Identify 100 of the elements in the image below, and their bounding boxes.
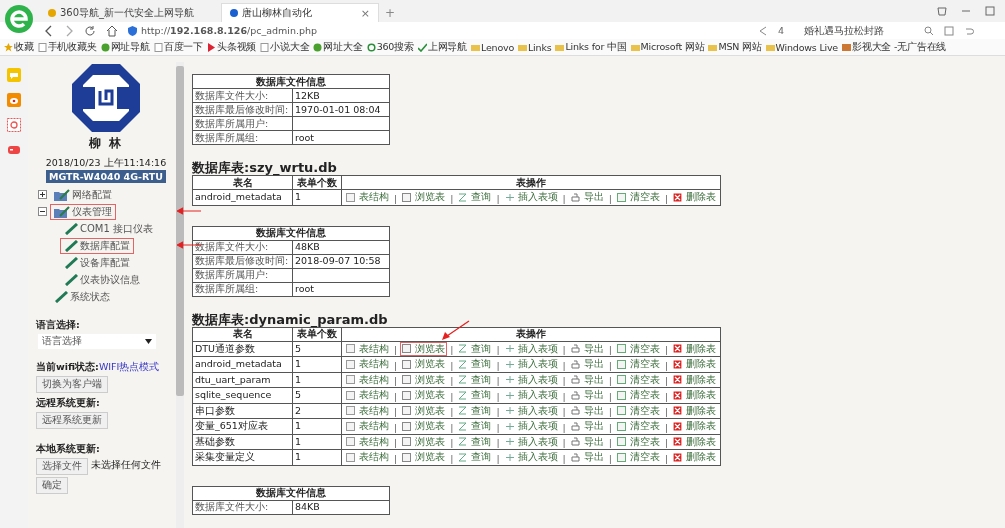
expander-icon[interactable] <box>38 207 47 216</box>
table-action-link[interactable]: 查询 <box>456 357 494 371</box>
bookmark-link[interactable]: Links <box>518 41 552 53</box>
tree-item[interactable]: 系统状态 <box>50 288 114 305</box>
table-action-link[interactable]: 浏览表 <box>400 341 448 356</box>
window-icon[interactable] <box>944 25 955 36</box>
search-field[interactable]: 婚礼遇马拉松封路 <box>794 23 915 38</box>
table-action-link[interactable]: 导出 <box>568 450 606 464</box>
language-select[interactable]: 语言选择 <box>38 334 156 349</box>
bookmark-link[interactable]: 上网导航 <box>417 40 467 54</box>
table-action-link[interactable]: 浏览表 <box>400 372 448 387</box>
table-action-link[interactable]: 浏览表 <box>400 450 448 464</box>
table-action-link[interactable]: 清空表 <box>615 190 662 204</box>
table-action-link[interactable]: 浏览表 <box>400 419 448 433</box>
table-action-link[interactable]: 导出 <box>568 388 606 402</box>
table-action-link[interactable]: 清空表 <box>615 372 662 387</box>
share-icon[interactable] <box>758 25 768 36</box>
table-action-link[interactable]: 查询 <box>456 434 494 449</box>
table-action-link[interactable]: 表结构 <box>344 419 391 433</box>
tree-item[interactable]: COM1 接口仪表 <box>60 220 158 237</box>
bookmark-link[interactable]: 影视大全 -无广告在线 <box>842 40 947 54</box>
eye-icon[interactable] <box>7 93 21 107</box>
table-action-link[interactable]: 插入表项 <box>502 190 560 204</box>
back-icon[interactable] <box>44 24 54 37</box>
tree-item[interactable]: 数据库配置 <box>60 237 134 254</box>
browser-tab[interactable]: 唐山柳林自动化 × <box>221 3 379 22</box>
table-action-link[interactable]: 清空表 <box>615 388 662 402</box>
reload-icon[interactable] <box>84 24 96 37</box>
table-action-link[interactable]: 浏览表 <box>400 434 448 449</box>
table-action-link[interactable]: 查询 <box>456 372 494 387</box>
tree-item[interactable]: 仪表协议信息 <box>60 271 144 288</box>
table-action-link[interactable]: 导出 <box>568 190 606 204</box>
table-action-link[interactable]: 表结构 <box>344 190 391 204</box>
tree-item[interactable]: 网络配置 <box>50 186 116 203</box>
table-action-link[interactable]: 删除表 <box>671 341 719 356</box>
bookmark-link[interactable]: Lenovo <box>471 41 515 53</box>
remote-update-button[interactable]: 远程系统更新 <box>36 412 108 429</box>
table-action-link[interactable]: 导出 <box>568 372 606 387</box>
table-action-link[interactable]: 表结构 <box>344 403 391 418</box>
address-field[interactable]: http://192.168.8.126/pc_admin.php <box>141 25 318 36</box>
table-action-link[interactable]: 删除表 <box>671 357 719 371</box>
table-action-link[interactable]: 浏览表 <box>400 403 448 418</box>
expander-icon[interactable] <box>38 190 47 199</box>
table-action-link[interactable]: 删除表 <box>671 388 719 402</box>
table-action-link[interactable]: 浏览表 <box>400 190 448 204</box>
table-action-link[interactable]: 删除表 <box>671 372 719 387</box>
bookmark-link[interactable]: Microsoft 网站 <box>630 40 705 54</box>
table-action-link[interactable]: 导出 <box>568 341 606 356</box>
table-action-link[interactable]: 表结构 <box>344 357 391 371</box>
table-action-link[interactable]: 删除表 <box>671 419 719 433</box>
table-action-link[interactable]: 导出 <box>568 403 606 418</box>
table-action-link[interactable]: 清空表 <box>615 403 662 418</box>
bookmark-link[interactable]: 小说大全 <box>260 40 310 54</box>
table-action-link[interactable]: 表结构 <box>344 341 391 356</box>
switch-client-button[interactable]: 切换为客户端 <box>36 376 108 393</box>
bookmark-link[interactable]: 网址导航 <box>100 40 150 54</box>
table-action-link[interactable]: 查询 <box>456 190 494 204</box>
bookmark-link[interactable]: 头条视频 <box>207 40 257 54</box>
home-icon[interactable] <box>106 24 118 37</box>
search-icon[interactable] <box>924 25 935 36</box>
table-action-link[interactable]: 插入表项 <box>502 434 560 449</box>
table-action-link[interactable]: 插入表项 <box>502 372 560 387</box>
table-action-link[interactable]: 删除表 <box>671 450 719 464</box>
table-action-link[interactable]: 删除表 <box>671 403 719 418</box>
table-action-link[interactable]: 导出 <box>568 434 606 449</box>
gamepad-icon[interactable] <box>7 143 21 157</box>
bookmark-link[interactable]: Windows Live <box>765 41 838 53</box>
table-action-link[interactable]: 清空表 <box>615 341 662 356</box>
maximize-icon[interactable] <box>985 6 995 16</box>
table-action-link[interactable]: 插入表项 <box>502 403 560 418</box>
wifi-mode-link[interactable]: WIFI热点模式 <box>98 361 160 372</box>
table-action-link[interactable]: 导出 <box>568 419 606 433</box>
table-action-link[interactable]: 导出 <box>568 357 606 371</box>
tree-item[interactable]: 设备库配置 <box>60 254 134 271</box>
table-action-link[interactable]: 表结构 <box>344 372 391 387</box>
table-action-link[interactable]: 浏览表 <box>400 357 448 371</box>
close-tab-button[interactable]: × <box>360 6 370 20</box>
table-action-link[interactable]: 插入表项 <box>502 450 560 464</box>
bookmark-link[interactable]: MSN 网站 <box>708 40 762 54</box>
table-action-link[interactable]: 查询 <box>456 341 494 356</box>
table-action-link[interactable]: 表结构 <box>344 450 391 464</box>
tree-item[interactable]: 仪表管理 <box>50 203 116 220</box>
table-action-link[interactable]: 插入表项 <box>502 341 560 356</box>
table-action-link[interactable]: 清空表 <box>615 357 662 371</box>
confirm-button[interactable]: 确定 <box>36 477 68 494</box>
table-action-link[interactable]: 插入表项 <box>502 419 560 433</box>
table-action-link[interactable]: 清空表 <box>615 419 662 433</box>
table-action-link[interactable]: 表结构 <box>344 434 391 449</box>
browser-tab[interactable]: 360导航_新一代安全上网导航 <box>40 4 221 22</box>
table-action-link[interactable]: 查询 <box>456 419 494 433</box>
undo-icon[interactable] <box>964 25 975 36</box>
bookmark-link[interactable]: 收藏 <box>4 40 34 54</box>
table-action-link[interactable]: 插入表项 <box>502 388 560 402</box>
table-action-link[interactable]: 清空表 <box>615 434 662 449</box>
table-action-link[interactable]: 浏览表 <box>400 388 448 402</box>
table-action-link[interactable]: 查询 <box>456 450 494 464</box>
table-action-link[interactable]: 删除表 <box>671 434 719 449</box>
choose-file-button[interactable]: 选择文件 <box>36 458 88 475</box>
table-action-link[interactable]: 删除表 <box>671 190 719 204</box>
table-action-link[interactable]: 查询 <box>456 403 494 418</box>
